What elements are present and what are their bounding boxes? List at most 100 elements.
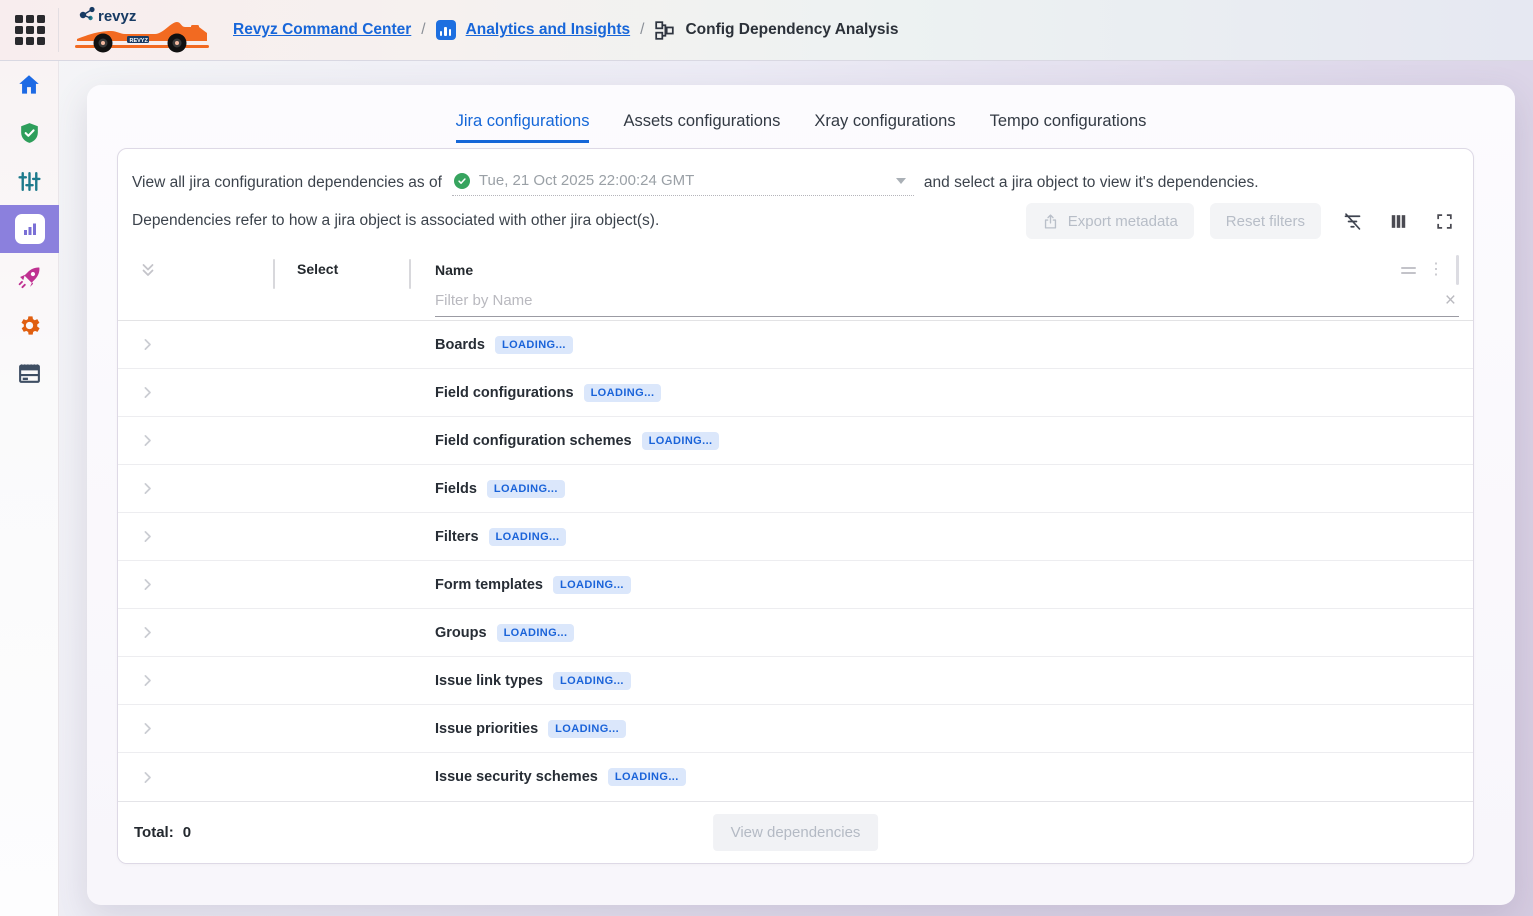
reset-filters-button[interactable]: Reset filters [1210,203,1321,239]
export-icon [1042,213,1059,230]
loading-badge: LOADING... [489,528,567,546]
shield-check-icon [17,121,42,146]
column-header-select[interactable]: Select [297,261,338,277]
expand-row-icon[interactable] [139,480,156,497]
sort-lines-icon[interactable] [1401,267,1416,274]
gear-icon [17,313,42,338]
loading-badge: LOADING... [584,384,662,402]
filter-off-icon[interactable] [1337,204,1367,238]
check-circle-icon [454,173,470,189]
topbar-divider [58,8,59,52]
table-row[interactable]: Filters LOADING... [118,513,1473,561]
breadcrumb: Revyz Command Center / Analytics and Ins… [233,20,898,41]
table-row[interactable]: GroupsLOADING... [118,609,1473,657]
sidebar-item-analytics[interactable] [0,205,59,253]
export-metadata-button[interactable]: Export metadata [1026,203,1194,239]
loading-badge: LOADING... [608,768,686,786]
tab-xray-configurations[interactable]: Xray configurations [814,112,955,143]
info-line-2: Dependencies refer to how a jira object … [132,212,659,230]
row-label: Field configurations [435,385,574,401]
table-row[interactable]: Fields LOADING... [118,465,1473,513]
revyz-logo[interactable]: revyz REVYZ [73,5,211,55]
row-label: Filters [435,529,479,545]
fullscreen-icon[interactable] [1429,204,1459,238]
tab-assets-configurations[interactable]: Assets configurations [623,112,780,143]
loading-badge: LOADING... [497,624,575,642]
info-toolbar-row: Dependencies refer to how a jira object … [132,201,1459,241]
expand-row-icon[interactable] [139,624,156,641]
data-table-icon [17,361,42,386]
table-row[interactable]: BoardsLOADING... [118,321,1473,369]
sliders-icon [17,169,42,194]
breadcrumb-link-analytics[interactable]: Analytics and Insights [466,21,631,39]
columns-icon[interactable] [1383,204,1413,238]
home-icon [16,72,42,98]
column-header-name[interactable]: Name [435,262,473,278]
breadcrumb-separator: / [640,21,644,39]
tab-tempo-configurations[interactable]: Tempo configurations [990,112,1147,143]
table-header-row: Select Name ⋮ [118,251,1473,285]
main-card: Jira configurations Assets configuration… [87,85,1515,905]
caret-down-icon [896,178,906,184]
page-title: Config Dependency Analysis [685,21,898,39]
sidebar-item-configuration[interactable] [0,157,58,205]
sidebar-item-get-started[interactable] [0,253,58,301]
expand-row-icon[interactable] [139,672,156,689]
table-row[interactable]: Field configurations LOADING... [118,369,1473,417]
snapshot-select[interactable]: Tue, 21 Oct 2025 22:00:24 GMT [452,170,914,196]
sidebar-item-home[interactable] [0,61,58,109]
expand-row-icon[interactable] [139,384,156,401]
info-line-1-suffix: and select a jira object to view it's de… [924,174,1259,192]
name-filter-input[interactable] [435,292,1442,309]
expand-row-icon[interactable] [139,720,156,737]
svg-text:revyz: revyz [98,8,136,25]
loading-badge: LOADING... [553,576,631,594]
table-row[interactable]: Field configuration schemesLOADING... [118,417,1473,465]
expand-row-icon[interactable] [139,336,156,353]
expand-row-icon[interactable] [139,769,156,786]
kebab-menu-icon[interactable]: ⋮ [1428,262,1444,278]
column-resize-handle[interactable] [1456,255,1459,285]
expand-row-icon[interactable] [139,528,156,545]
tab-bar: Jira configurations Assets configuration… [87,85,1515,143]
table-body: BoardsLOADING... Field configurationsLOA… [118,321,1473,801]
expand-row-icon[interactable] [139,576,156,593]
loading-badge: LOADING... [487,480,565,498]
breadcrumb-link-command-center[interactable]: Revyz Command Center [233,21,411,39]
breadcrumb-separator: / [421,21,425,39]
row-label: Issue priorities [435,721,538,737]
row-label: Field configuration schemes [435,433,632,449]
table-card: View all jira configuration dependencies… [117,148,1474,864]
clear-filter-icon[interactable]: × [1442,291,1459,310]
top-bar: revyz REVYZ Revyz Command Center / Analy… [0,0,1533,61]
column-divider [409,259,411,289]
table-row[interactable]: Issue security schemes LOADING... [118,753,1473,801]
app-switcher-icon[interactable] [15,15,45,45]
tab-jira-configurations[interactable]: Jira configurations [456,112,590,143]
table-row[interactable]: Issue link types LOADING... [118,657,1473,705]
row-label: Issue security schemes [435,769,598,785]
name-filter-row: × [435,285,1459,317]
expand-all-icon[interactable] [139,261,157,279]
loading-badge: LOADING... [548,720,626,738]
total-label: Total: [134,824,174,841]
row-label: Fields [435,481,477,497]
row-label: Boards [435,337,485,353]
table-row[interactable]: Issue priorities LOADING... [118,705,1473,753]
table-row[interactable]: Form templates LOADING... [118,561,1473,609]
column-divider [273,259,275,289]
loading-badge: LOADING... [553,672,631,690]
bar-chart-badge-icon [436,20,456,40]
total-count: Total: 0 [134,824,191,841]
row-label: Form templates [435,577,543,593]
sidebar-item-security[interactable] [0,109,58,157]
workflow-icon [654,20,675,41]
sidebar-item-reports[interactable] [0,349,58,397]
row-label: Issue link types [435,673,543,689]
svg-text:REVYZ: REVYZ [130,38,149,44]
sidebar-item-settings[interactable] [0,301,58,349]
expand-row-icon[interactable] [139,432,156,449]
view-dependencies-button[interactable]: View dependencies [713,814,879,851]
info-line-1-prefix: View all jira configuration dependencies… [132,174,442,192]
revyz-logo-image: revyz REVYZ [73,5,211,55]
